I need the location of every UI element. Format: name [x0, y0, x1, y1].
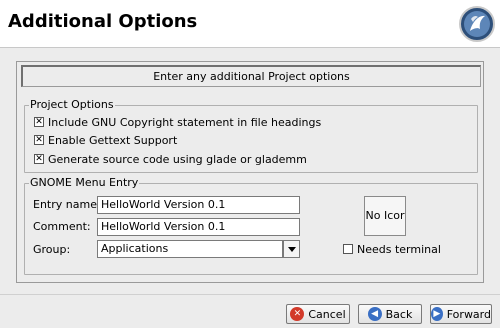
glade-checkbox[interactable]: ✕ [34, 154, 44, 164]
group-dropdown-button[interactable] [283, 240, 300, 258]
group-combo[interactable]: Applications [97, 240, 283, 258]
gettext-checkbox[interactable]: ✕ [34, 135, 44, 145]
arrow-left-icon: ◀ [367, 307, 382, 321]
glade-checkbox-row[interactable]: ✕ Generate source code using glade or gl… [34, 152, 307, 166]
group-label: Group: [33, 243, 71, 256]
needs-terminal-checkbox[interactable] [343, 244, 353, 254]
entry-name-input[interactable]: HelloWorld Version 0.1 [97, 196, 300, 214]
cancel-button-label: Cancel [308, 307, 346, 321]
page-title: Additional Options [8, 11, 198, 32]
copyright-checkbox[interactable]: ✕ [34, 117, 44, 127]
comment-input[interactable]: HelloWorld Version 0.1 [97, 218, 300, 236]
gnome-menu-group: GNOME Menu Entry Entry name: HelloWorld … [24, 177, 478, 275]
gettext-checkbox-label: Enable Gettext Support [48, 133, 178, 147]
copyright-checkbox-row[interactable]: ✕ Include GNU Copyright statement in fil… [34, 115, 321, 129]
needs-terminal-label: Needs terminal [357, 242, 441, 256]
gettext-checkbox-row[interactable]: ✕ Enable Gettext Support [34, 133, 177, 147]
button-separator [0, 294, 500, 295]
forward-button[interactable]: ▶ Forward [430, 304, 492, 324]
options-panel: Enter any additional Project options Pro… [16, 61, 484, 283]
glade-checkbox-label: Generate source code using glade or glad… [48, 152, 307, 166]
cancel-button[interactable]: ✕ Cancel [286, 304, 350, 324]
comment-label: Comment: [33, 220, 91, 233]
forward-button-label: Forward [446, 307, 491, 321]
chevron-down-icon [288, 247, 296, 252]
arrow-right-icon: ▶ [431, 307, 443, 321]
back-button-label: Back [385, 307, 413, 321]
project-options-title: Project Options [29, 98, 115, 111]
back-button[interactable]: ◀ Back [358, 304, 422, 324]
copyright-checkbox-label: Include GNU Copyright statement in file … [48, 115, 322, 129]
cancel-x-icon: ✕ [290, 307, 305, 321]
gnome-menu-title: GNOME Menu Entry [29, 176, 140, 189]
gnome-logo-icon [458, 5, 496, 43]
wizard-header: Additional Options [0, 0, 500, 48]
menu-icon-button[interactable]: No Icor [364, 196, 406, 236]
instructions-banner: Enter any additional Project options [21, 65, 481, 87]
entry-name-label: Entry name: [33, 198, 101, 211]
project-options-group: Project Options ✕ Include GNU Copyright … [24, 99, 478, 173]
needs-terminal-row[interactable]: Needs terminal [343, 242, 441, 256]
